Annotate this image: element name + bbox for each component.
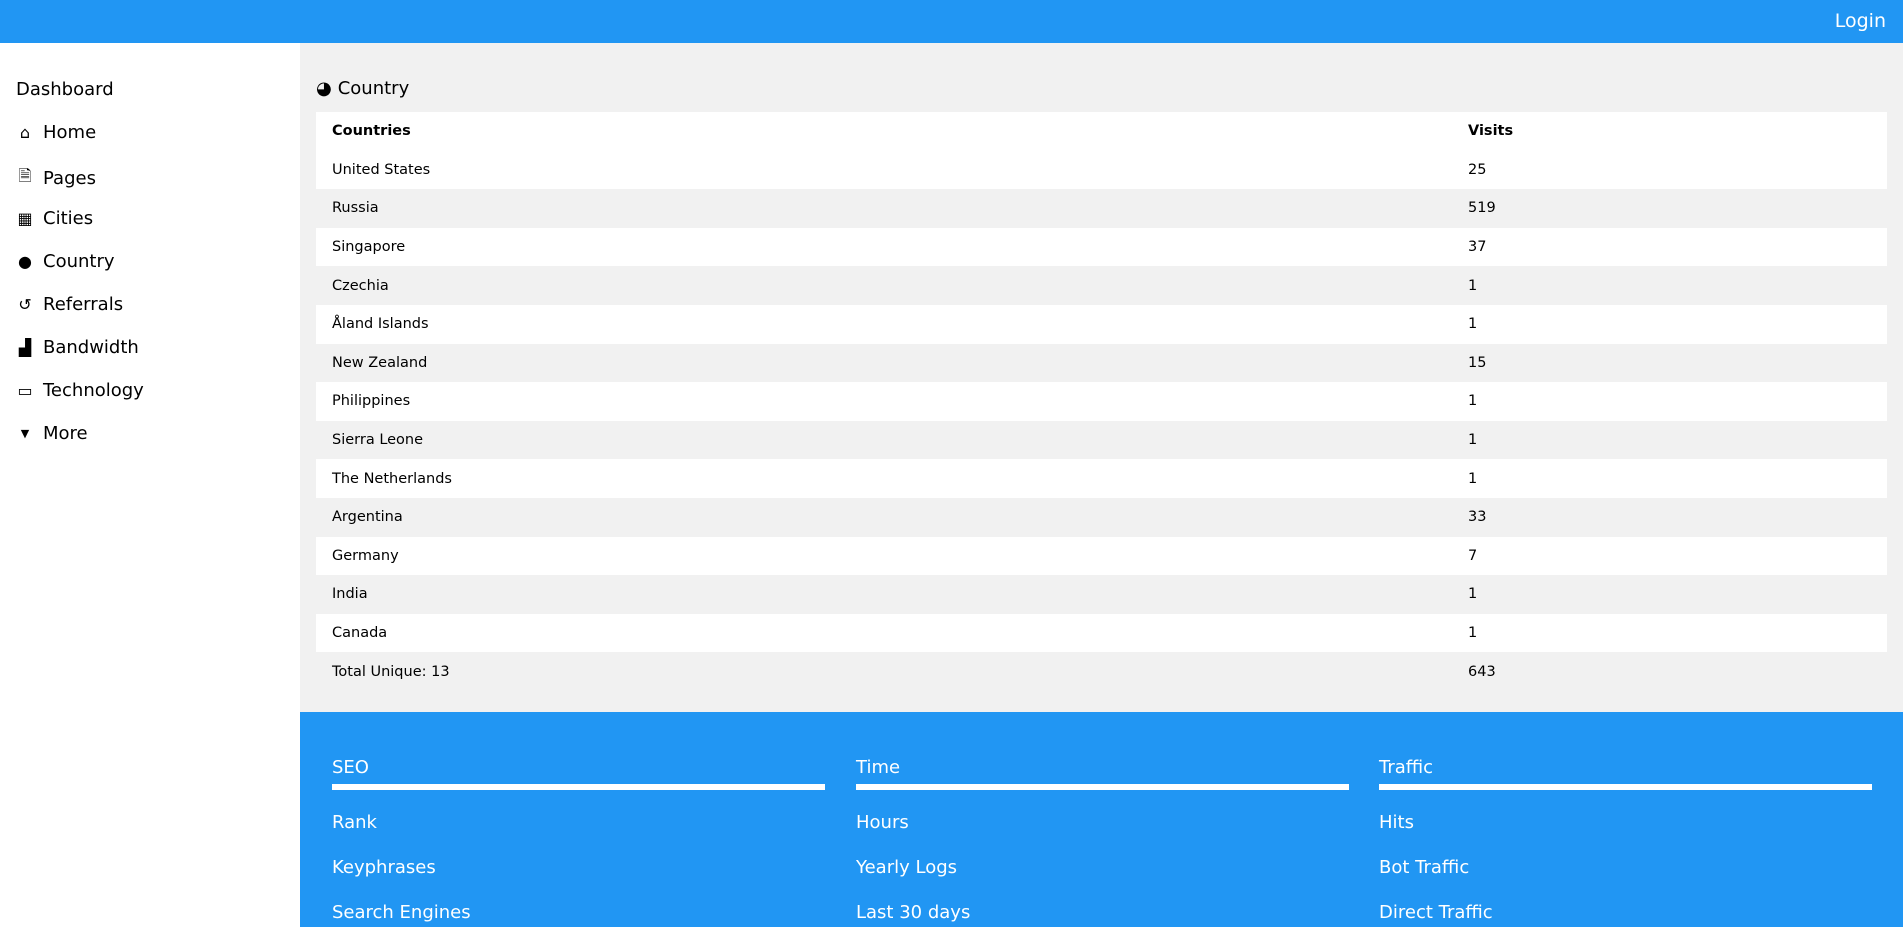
sidebar-item-technology[interactable]: ▭ Technology	[16, 380, 144, 401]
country-cell: Canada	[332, 625, 388, 642]
footer-link-rank[interactable]: Rank	[332, 812, 825, 835]
visits-cell: 15	[1468, 354, 1487, 371]
sidebar-item-pages[interactable]: 🗎 Pages	[16, 165, 96, 192]
table-row: Singapore 37	[316, 227, 1887, 267]
footer: SEO Rank Keyphrases Search Engines Time …	[300, 712, 1903, 927]
visits-cell: 25	[1468, 161, 1487, 178]
visits-cell: 643	[1468, 663, 1496, 680]
sidebar-item-home[interactable]: ⌂ Home	[16, 122, 96, 143]
table-header-row: Countries Visits	[316, 112, 1887, 151]
table-row: Åland Islands 1	[316, 304, 1887, 344]
country-cell: Total Unique: 13	[332, 663, 450, 680]
country-cell: India	[332, 586, 368, 603]
main-content: ◕ Country Countries Visits United States 25…	[300, 43, 1903, 712]
page-title: ◕ Country	[316, 78, 409, 99]
footer-link-hours[interactable]: Hours	[856, 812, 1349, 835]
country-cell: The Netherlands	[332, 470, 452, 487]
home-icon: ⌂	[19, 123, 31, 142]
file-icon: 🗎	[18, 166, 32, 185]
sidebar-item-cities[interactable]: ▦ Cities	[16, 208, 93, 229]
sidebar-item-label: Country	[43, 251, 115, 272]
visits-cell: 1	[1468, 470, 1478, 487]
footer-column-traffic: Traffic Hits Bot Traffic Direct Traffic	[1379, 757, 1872, 925]
visits-cell: 1	[1468, 393, 1478, 410]
sidebar-item-label: Referrals	[43, 294, 124, 315]
sidebar-item-referrals[interactable]: ↺ Referrals	[16, 294, 123, 315]
visits-cell: 1	[1468, 586, 1478, 603]
country-cell: Germany	[332, 547, 399, 564]
desktop-icon: ▭	[17, 381, 33, 400]
footer-heading: Traffic	[1379, 757, 1872, 790]
footer-column-seo: SEO Rank Keyphrases Search Engines	[332, 757, 825, 925]
table-row: The Netherlands 1	[316, 459, 1887, 498]
table-row: India 1	[316, 575, 1887, 614]
bar-chart-icon: ▟	[18, 338, 32, 357]
sidebar-item-country[interactable]: ● Country	[16, 251, 115, 272]
column-header-visits: Visits	[1468, 123, 1514, 140]
visits-cell: 1	[1468, 316, 1478, 333]
sidebar-item-label: Home	[43, 122, 97, 143]
footer-column-time: Time Hours Yearly Logs Last 30 days	[856, 757, 1349, 925]
visits-cell: 1	[1468, 277, 1478, 294]
sidebar-title: Dashboard	[16, 79, 114, 100]
country-table: Countries Visits United States 25 Russia 519…	[316, 112, 1887, 691]
country-cell: Philippines	[332, 393, 411, 410]
visits-cell: 33	[1468, 509, 1487, 526]
footer-heading: SEO	[332, 757, 825, 790]
table-row: Sierra Leone 1	[316, 420, 1887, 460]
building-icon: ▦	[17, 209, 33, 228]
table-row: New Zealand 15	[316, 343, 1887, 383]
history-icon: ↺	[18, 295, 32, 314]
country-cell: Czechia	[332, 277, 389, 294]
sidebar-item-label: More	[43, 423, 88, 444]
table-row: Czechia 1	[316, 266, 1887, 305]
visits-cell: 37	[1468, 239, 1487, 256]
country-cell: New Zealand	[332, 354, 428, 371]
table-row: Russia 519	[316, 189, 1887, 228]
sidebar-item-label: Bandwidth	[43, 337, 139, 358]
column-header-countries: Countries	[332, 123, 411, 140]
footer-link-last-30-days[interactable]: Last 30 days	[856, 902, 1349, 925]
table-row: United States 25	[316, 150, 1887, 190]
country-cell: Argentina	[332, 509, 403, 526]
sidebar-item-more[interactable]: ▼ More	[16, 423, 88, 444]
footer-link-search-engines[interactable]: Search Engines	[332, 902, 825, 925]
sidebar-item-bandwidth[interactable]: ▟ Bandwidth	[16, 337, 139, 358]
table-row: Canada 1	[316, 613, 1887, 653]
login-link[interactable]: Login	[1835, 10, 1886, 32]
sidebar-item-label: Pages	[43, 168, 96, 189]
country-cell: Åland Islands	[332, 316, 429, 333]
sidebar-item-label: Cities	[43, 208, 94, 229]
visits-cell: 1	[1468, 432, 1478, 449]
footer-link-direct-traffic[interactable]: Direct Traffic	[1379, 902, 1872, 925]
sidebar: Dashboard ⌂ Home 🗎 Pages ▦ Cities ● Country …	[0, 43, 300, 927]
visits-cell: 1	[1468, 625, 1478, 642]
footer-link-keyphrases[interactable]: Keyphrases	[332, 857, 825, 880]
footer-link-hits[interactable]: Hits	[1379, 812, 1872, 835]
page-title-text: Country	[337, 78, 410, 99]
globe-icon: ●	[18, 252, 32, 271]
country-cell: Singapore	[332, 239, 406, 256]
table-row: Total Unique: 13 643	[316, 652, 1887, 691]
table-row: Philippines 1	[316, 382, 1887, 421]
visits-cell: 7	[1468, 547, 1478, 564]
footer-heading: Time	[856, 757, 1349, 790]
dashboard-gauge-icon: ◕	[316, 78, 332, 99]
footer-link-bot-traffic[interactable]: Bot Traffic	[1379, 857, 1872, 880]
country-cell: Sierra Leone	[332, 432, 424, 449]
table-row: Germany 7	[316, 536, 1887, 576]
sidebar-item-label: Technology	[43, 380, 144, 401]
country-cell: United States	[332, 161, 431, 178]
top-bar: Login	[0, 0, 1903, 43]
visits-cell: 519	[1468, 200, 1496, 217]
footer-link-yearly-logs[interactable]: Yearly Logs	[856, 857, 1349, 880]
country-cell: Russia	[332, 200, 379, 217]
caret-down-icon: ▼	[20, 427, 30, 440]
table-row: Argentina 33	[316, 497, 1887, 537]
